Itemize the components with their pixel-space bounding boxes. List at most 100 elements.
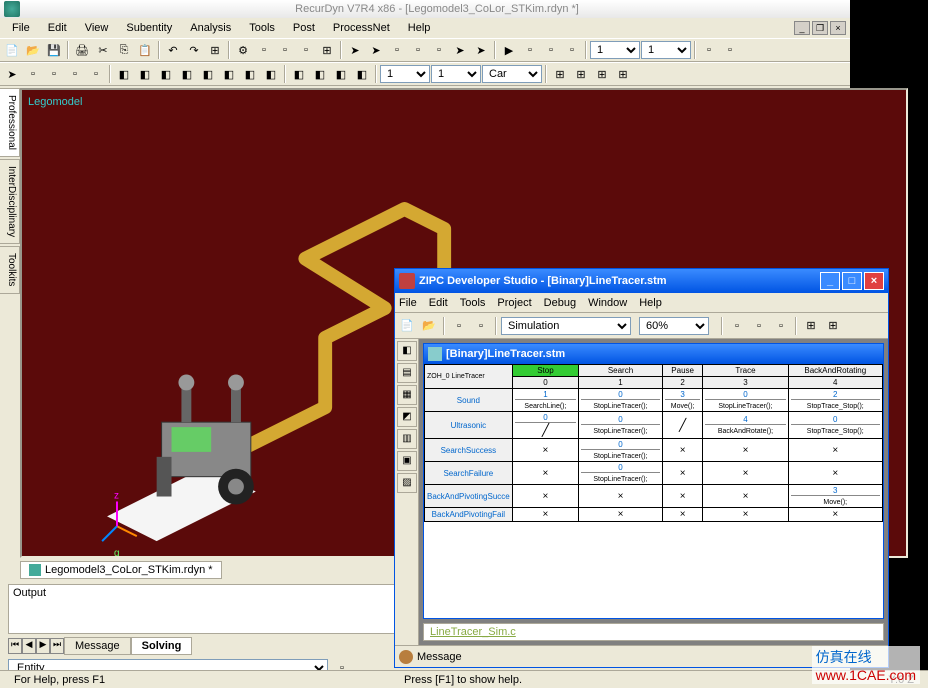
- menu-subentity[interactable]: Subentity: [118, 20, 180, 36]
- shape-button-7[interactable]: [240, 64, 260, 84]
- zipc-tool-2[interactable]: [471, 316, 491, 336]
- menu-post[interactable]: Post: [285, 20, 323, 36]
- stm-col-pause[interactable]: Pause: [662, 365, 703, 377]
- stm-cell-5-3[interactable]: ×: [703, 508, 788, 522]
- zipc-vtool-3[interactable]: ▦: [397, 385, 417, 405]
- mdi-restore-button[interactable]: ❐: [812, 21, 828, 35]
- tool-button-9[interactable]: [429, 40, 449, 60]
- stm-cell-4-3[interactable]: ×: [703, 485, 788, 508]
- shape-button-3[interactable]: [156, 64, 176, 84]
- pan-button[interactable]: [44, 64, 64, 84]
- toolbar2-combo-1[interactable]: 1: [380, 65, 430, 83]
- stm-cell-5-1[interactable]: ×: [579, 508, 663, 522]
- tool-button-15[interactable]: [699, 40, 719, 60]
- shape-button-8[interactable]: [261, 64, 281, 84]
- zipc-menu-debug[interactable]: Debug: [544, 297, 576, 309]
- stm-row-3[interactable]: SearchFailure: [425, 462, 513, 485]
- zipc-menu-edit[interactable]: Edit: [429, 297, 448, 309]
- stm-row-4[interactable]: BackAndPivotingSucce: [425, 485, 513, 508]
- zipc-vtool-7[interactable]: ▨: [397, 473, 417, 493]
- stm-cell-0-4[interactable]: 2StopTrace_Stop();: [788, 389, 882, 412]
- toolbar2-combo-car[interactable]: Car: [482, 65, 542, 83]
- zipc-minimize-button[interactable]: _: [820, 272, 840, 290]
- settings-button[interactable]: [233, 40, 253, 60]
- view-button-3[interactable]: [592, 64, 612, 84]
- shape-button-12[interactable]: [352, 64, 372, 84]
- shape-button-2[interactable]: [135, 64, 155, 84]
- tool-button-6[interactable]: [366, 40, 386, 60]
- zipc-close-button[interactable]: ×: [864, 272, 884, 290]
- output-nav-first[interactable]: ⏮: [8, 638, 22, 654]
- cut-button[interactable]: [93, 40, 113, 60]
- stm-cell-3-3[interactable]: ×: [703, 462, 788, 485]
- zipc-vtool-2[interactable]: ▤: [397, 363, 417, 383]
- undo-button[interactable]: [163, 40, 183, 60]
- tool-button-4[interactable]: [317, 40, 337, 60]
- output-nav-prev[interactable]: ◀: [22, 638, 36, 654]
- copy-button[interactable]: [114, 40, 134, 60]
- stm-cell-4-1[interactable]: ×: [579, 485, 663, 508]
- zipc-new-button[interactable]: [397, 316, 417, 336]
- zipc-tool-4[interactable]: [749, 316, 769, 336]
- stm-cell-2-1[interactable]: 0StopLineTracer();: [579, 439, 663, 462]
- stm-cell-4-4[interactable]: 3Move();: [788, 485, 882, 508]
- stm-col-stop[interactable]: Stop: [512, 365, 578, 377]
- new-button[interactable]: [2, 40, 22, 60]
- tool-button-5[interactable]: [345, 40, 365, 60]
- shape-button-11[interactable]: [331, 64, 351, 84]
- tool-button-3[interactable]: [296, 40, 316, 60]
- menu-processnet[interactable]: ProcessNet: [325, 20, 398, 36]
- zipc-tool-7[interactable]: [823, 316, 843, 336]
- stm-cell-2-0[interactable]: ×: [512, 439, 578, 462]
- stm-col-search[interactable]: Search: [579, 365, 663, 377]
- stm-cell-2-2[interactable]: ×: [662, 439, 703, 462]
- open-button[interactable]: [23, 40, 43, 60]
- zipc-menu-window[interactable]: Window: [588, 297, 627, 309]
- stm-cell-1-3[interactable]: 4BackAndRotate();: [703, 412, 788, 439]
- shape-button-4[interactable]: [177, 64, 197, 84]
- tool-button-12[interactable]: [520, 40, 540, 60]
- fit-button[interactable]: [86, 64, 106, 84]
- stm-row-0[interactable]: Sound: [425, 389, 513, 412]
- tool-button-7[interactable]: [387, 40, 407, 60]
- menu-analysis[interactable]: Analysis: [182, 20, 239, 36]
- stm-cell-2-4[interactable]: ×: [788, 439, 882, 462]
- zipc-simulation-combo[interactable]: Simulation: [501, 317, 631, 335]
- toolbar1-combo-1[interactable]: 1: [590, 41, 640, 59]
- mdi-minimize-button[interactable]: _: [794, 21, 810, 35]
- zipc-menu-project[interactable]: Project: [497, 297, 531, 309]
- zipc-menu-file[interactable]: File: [399, 297, 417, 309]
- zipc-window[interactable]: ZIPC Developer Studio - [Binary]LineTrac…: [394, 268, 889, 668]
- menu-help[interactable]: Help: [400, 20, 439, 36]
- mdi-close-button[interactable]: ×: [830, 21, 846, 35]
- stm-cell-3-1[interactable]: 0StopLineTracer();: [579, 462, 663, 485]
- stm-cell-5-4[interactable]: ×: [788, 508, 882, 522]
- zipc-vtool-6[interactable]: ▣: [397, 451, 417, 471]
- zipc-maximize-button[interactable]: □: [842, 272, 862, 290]
- zipc-tool-5[interactable]: [771, 316, 791, 336]
- tool-button-16[interactable]: [720, 40, 740, 60]
- stm-cell-5-0[interactable]: ×: [512, 508, 578, 522]
- zipc-vtool-4[interactable]: ◩: [397, 407, 417, 427]
- shape-button-6[interactable]: [219, 64, 239, 84]
- menu-view[interactable]: View: [77, 20, 117, 36]
- menu-edit[interactable]: Edit: [40, 20, 75, 36]
- zipc-tool-3[interactable]: [727, 316, 747, 336]
- grid-button[interactable]: [205, 40, 225, 60]
- view-button-2[interactable]: [571, 64, 591, 84]
- zipc-open-button[interactable]: [419, 316, 439, 336]
- stm-cell-1-1[interactable]: 0StopLineTracer();: [579, 412, 663, 439]
- shape-button-9[interactable]: [289, 64, 309, 84]
- stm-cell-3-0[interactable]: ×: [512, 462, 578, 485]
- document-tab[interactable]: Legomodel3_CoLor_STKim.rdyn *: [20, 561, 222, 579]
- left-tab-interdisciplinary[interactable]: InterDisciplinary: [0, 159, 20, 244]
- stm-cell-4-2[interactable]: ×: [662, 485, 703, 508]
- paste-button[interactable]: [135, 40, 155, 60]
- zipc-vtool-5[interactable]: ▥: [397, 429, 417, 449]
- stm-cell-1-0[interactable]: 0╱: [512, 412, 578, 439]
- tool-button-8[interactable]: [408, 40, 428, 60]
- left-tab-professional[interactable]: Professional: [0, 88, 20, 157]
- left-tab-toolkits[interactable]: Toolkits: [0, 246, 20, 293]
- tool-button-13[interactable]: [541, 40, 561, 60]
- zipc-message-label[interactable]: Message: [417, 651, 462, 663]
